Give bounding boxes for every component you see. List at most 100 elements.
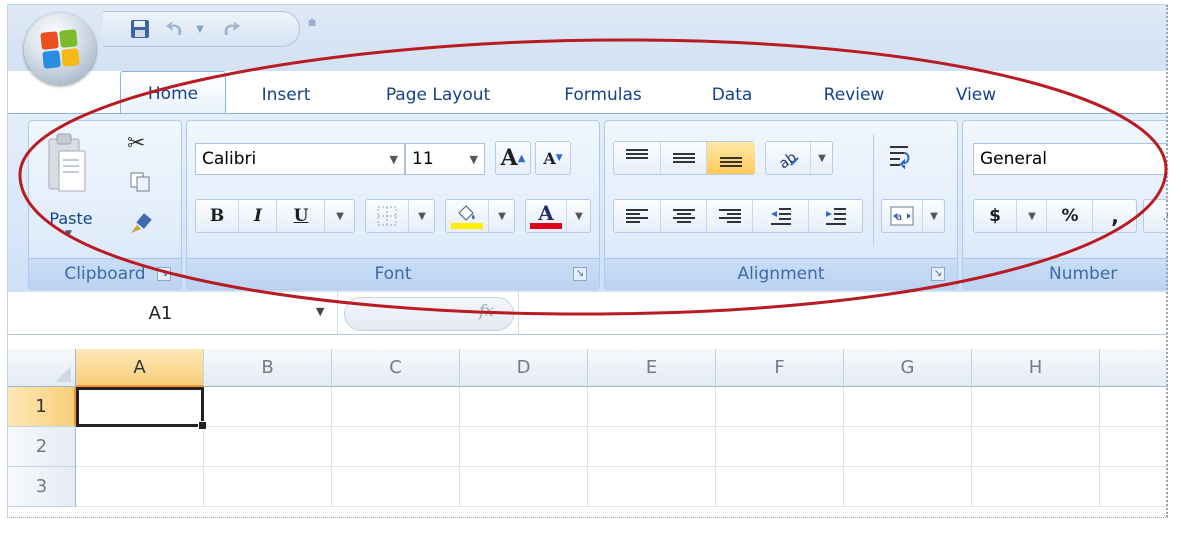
column-header-a[interactable]: A	[76, 349, 204, 387]
fill-color-dropdown-icon[interactable]: ▼	[488, 200, 515, 232]
name-box[interactable]: A1	[8, 292, 338, 334]
cell[interactable]	[460, 467, 588, 507]
center-button[interactable]	[660, 200, 707, 232]
cell[interactable]	[460, 427, 588, 467]
decrease-indent-button[interactable]	[752, 200, 809, 232]
tab-insert[interactable]: Insert	[248, 77, 324, 113]
cell[interactable]	[76, 427, 204, 467]
cell[interactable]	[716, 387, 844, 427]
font-color-dropdown-icon[interactable]: ▼	[566, 200, 591, 232]
cell[interactable]	[1100, 467, 1168, 507]
undo-icon[interactable]	[163, 18, 189, 40]
currency-dropdown-icon[interactable]: ▼	[1016, 200, 1047, 232]
currency-button[interactable]: $	[974, 200, 1016, 232]
align-bottom-button[interactable]	[706, 142, 755, 174]
underline-button[interactable]: U	[276, 200, 325, 232]
borders-button[interactable]: ▼	[365, 199, 435, 233]
tab-formulas[interactable]: Formulas	[548, 77, 658, 113]
insert-function-icon[interactable]: fx	[479, 301, 494, 320]
name-box-dropdown-icon[interactable]: ▼	[316, 305, 324, 318]
row-header-1[interactable]: 1	[8, 387, 76, 427]
bold-button[interactable]: B	[196, 200, 238, 232]
column-header-g[interactable]: G	[844, 349, 972, 387]
cell[interactable]	[972, 467, 1100, 507]
font-launcher-icon[interactable]: ↘	[573, 267, 587, 281]
merge-center-button[interactable]: a ▼	[881, 199, 945, 233]
cell[interactable]	[844, 387, 972, 427]
tab-page-layout[interactable]: Page Layout	[368, 77, 508, 113]
cell[interactable]	[844, 467, 972, 507]
formula-input[interactable]	[518, 292, 1168, 334]
increase-indent-button[interactable]	[808, 200, 863, 232]
fill-color-button[interactable]: ▼	[445, 199, 515, 233]
underline-dropdown-icon[interactable]: ▼	[324, 200, 355, 232]
cell[interactable]	[204, 427, 332, 467]
row-header-2[interactable]: 2	[8, 427, 76, 467]
italic-button[interactable]: I	[238, 200, 277, 232]
number-format-combo[interactable]: General	[973, 143, 1168, 175]
cell[interactable]	[972, 387, 1100, 427]
copy-icon[interactable]	[129, 171, 155, 197]
cell[interactable]	[332, 427, 460, 467]
align-top-button[interactable]	[614, 142, 660, 174]
cell[interactable]	[1100, 427, 1168, 467]
cell[interactable]	[204, 467, 332, 507]
format-painter-icon[interactable]	[127, 211, 155, 239]
orientation-dropdown-icon[interactable]: ▼	[810, 142, 833, 174]
tab-view[interactable]: View	[944, 77, 1008, 113]
cell[interactable]	[332, 387, 460, 427]
redo-icon[interactable]	[215, 18, 245, 40]
select-all-corner[interactable]	[8, 349, 76, 387]
wrap-text-icon[interactable]	[887, 143, 917, 173]
column-header-h[interactable]: H	[972, 349, 1100, 387]
cell[interactable]	[332, 467, 460, 507]
font-size-combo[interactable]: 11 ▼	[405, 143, 485, 175]
align-right-button[interactable]	[706, 200, 753, 232]
font-name-combo[interactable]: Calibri ▼	[195, 143, 405, 175]
percent-button[interactable]: %	[1046, 200, 1093, 232]
cell[interactable]	[204, 387, 332, 427]
borders-dropdown-icon[interactable]: ▼	[408, 200, 435, 232]
cell[interactable]	[844, 427, 972, 467]
font-color-button[interactable]: A ▼	[525, 199, 591, 233]
tab-data[interactable]: Data	[700, 77, 764, 113]
shrink-font-button[interactable]: A ▼	[535, 141, 571, 175]
cell[interactable]	[716, 427, 844, 467]
cut-icon[interactable]: ✂	[127, 131, 155, 159]
paste-dropdown-icon[interactable]: ▼	[65, 229, 72, 239]
font-name-dropdown-icon[interactable]: ▼	[390, 153, 398, 166]
orientation-button[interactable]: ab ▼	[765, 141, 833, 175]
cell[interactable]	[460, 387, 588, 427]
merge-center-dropdown-icon[interactable]: ▼	[922, 200, 945, 232]
tab-review[interactable]: Review	[808, 77, 900, 113]
cell[interactable]	[588, 387, 716, 427]
office-button[interactable]	[24, 13, 96, 85]
increase-decimal-button[interactable]: .0	[1143, 199, 1168, 233]
column-header-d[interactable]: D	[460, 349, 588, 387]
cell[interactable]	[716, 467, 844, 507]
active-cell-a1[interactable]	[76, 387, 207, 430]
column-header-b[interactable]: B	[204, 349, 332, 387]
customize-qat-icon[interactable]: ⩧	[308, 15, 316, 31]
paste-button[interactable]: Paste ▼	[43, 131, 93, 241]
undo-dropdown-icon[interactable]: ▼	[193, 18, 207, 40]
column-header-f[interactable]: F	[716, 349, 844, 387]
column-header-c[interactable]: C	[332, 349, 460, 387]
alignment-launcher-icon[interactable]: ↘	[931, 267, 945, 281]
column-header-partial[interactable]	[1100, 349, 1168, 387]
save-icon[interactable]	[127, 18, 153, 40]
align-left-button[interactable]	[614, 200, 660, 232]
cell[interactable]	[972, 427, 1100, 467]
cell[interactable]	[588, 467, 716, 507]
cell[interactable]	[1100, 387, 1168, 427]
column-header-e[interactable]: E	[588, 349, 716, 387]
comma-button[interactable]: ,	[1092, 200, 1137, 232]
row-header-3[interactable]: 3	[8, 467, 76, 507]
cell[interactable]	[588, 427, 716, 467]
tab-home[interactable]: Home	[120, 71, 226, 116]
align-middle-button[interactable]	[660, 142, 707, 174]
cell[interactable]	[76, 467, 204, 507]
font-size-dropdown-icon[interactable]: ▼	[470, 153, 478, 166]
grow-font-button[interactable]: A ▲	[495, 141, 531, 175]
clipboard-launcher-icon[interactable]: ↘	[157, 267, 171, 281]
